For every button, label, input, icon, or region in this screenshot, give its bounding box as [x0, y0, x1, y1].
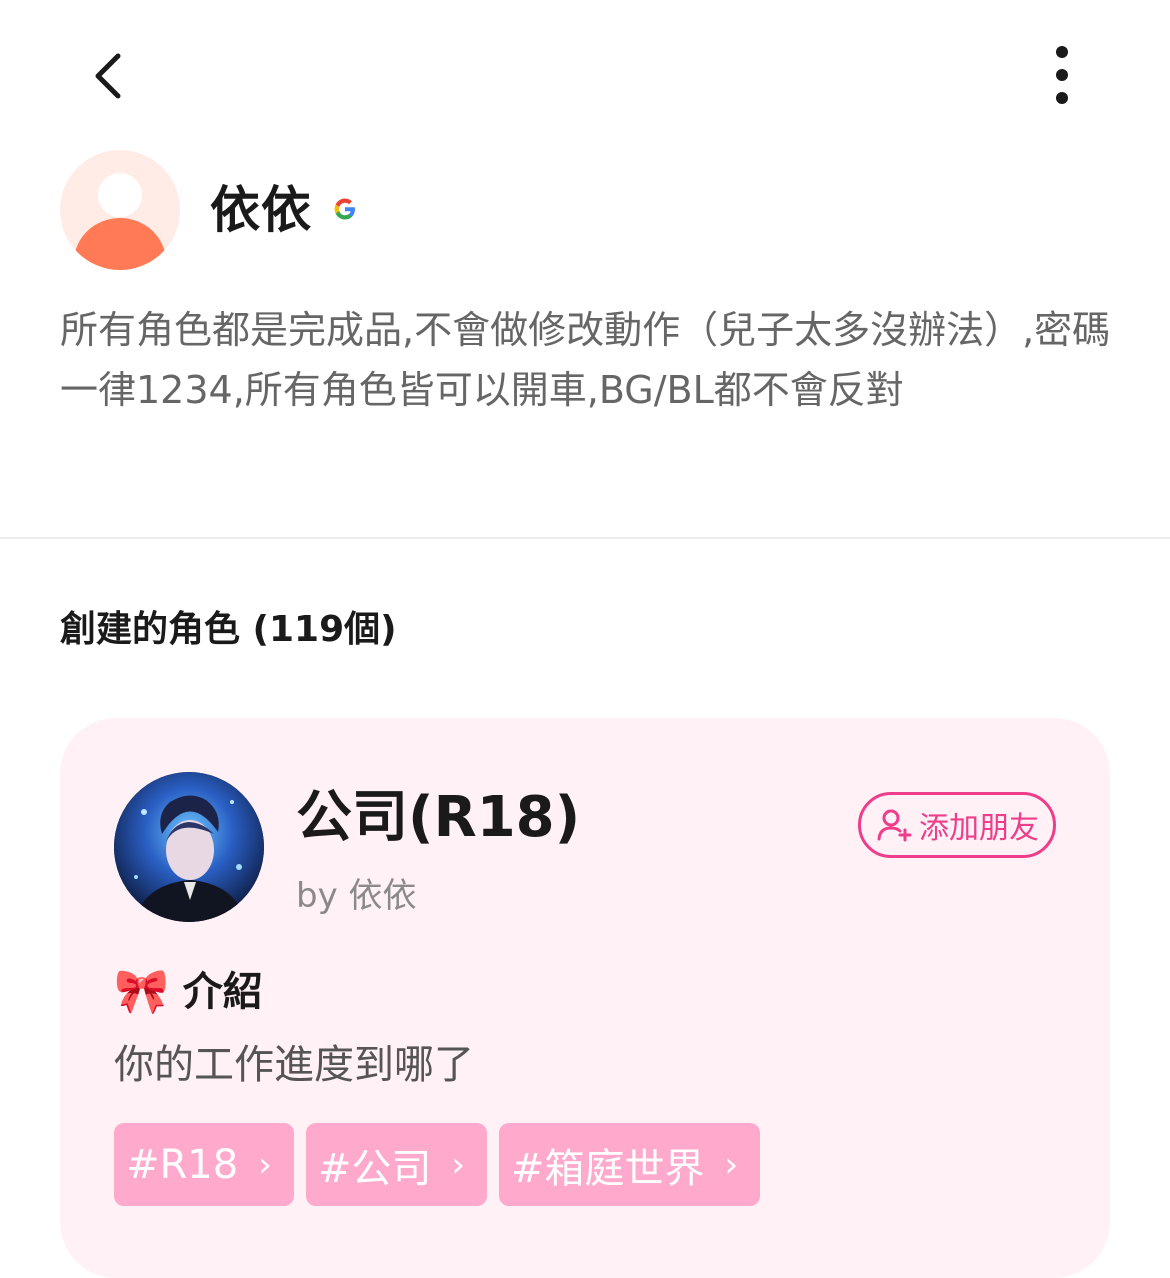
tag-label: #箱庭世界 [510, 1145, 705, 1192]
person-add-icon [877, 809, 912, 842]
intro-heading: 🎀 介紹 [114, 964, 263, 1020]
tag-label: #公司 [317, 1145, 432, 1192]
tag-box-garden-world[interactable]: #箱庭世界 › [498, 1123, 761, 1206]
section-divider [0, 537, 1170, 539]
more-vertical-icon [1056, 46, 1068, 104]
created-characters-heading: 創建的角色 (119個) [60, 609, 397, 650]
character-name[interactable]: 公司(R18) [296, 782, 580, 854]
tag-list: #R18 › #公司 › #箱庭世界 › [114, 1123, 761, 1206]
add-friend-label: 添加朋友 [919, 811, 1039, 846]
add-friend-button[interactable]: 添加朋友 [858, 792, 1056, 858]
google-icon [330, 194, 360, 224]
user-name: 依依 [210, 181, 312, 239]
character-avatar[interactable] [114, 772, 264, 922]
intro-label: 介紹 [182, 969, 263, 1015]
chevron-left-icon [95, 53, 121, 99]
user-bio: 所有角色都是完成品,不會做修改動作（兒子太多沒辦法）,密碼一律1234,所有角色… [60, 308, 1111, 412]
chevron-right-icon: › [724, 1144, 739, 1185]
chevron-right-icon: › [258, 1144, 272, 1185]
tag-label: #R18 [126, 1141, 239, 1188]
ribbon-icon: 🎀 [114, 966, 169, 1017]
default-avatar-icon [74, 173, 166, 270]
user-avatar[interactable] [60, 150, 180, 270]
chevron-right-icon: › [451, 1144, 465, 1185]
tag-company[interactable]: #公司 › [305, 1123, 487, 1206]
intro-text: 你的工作進度到哪了 [114, 1042, 474, 1088]
more-options-button[interactable] [1030, 40, 1094, 112]
character-author: by 依依 [296, 876, 417, 916]
tag-r18[interactable]: #R18 › [114, 1123, 294, 1206]
back-button[interactable] [78, 44, 142, 108]
